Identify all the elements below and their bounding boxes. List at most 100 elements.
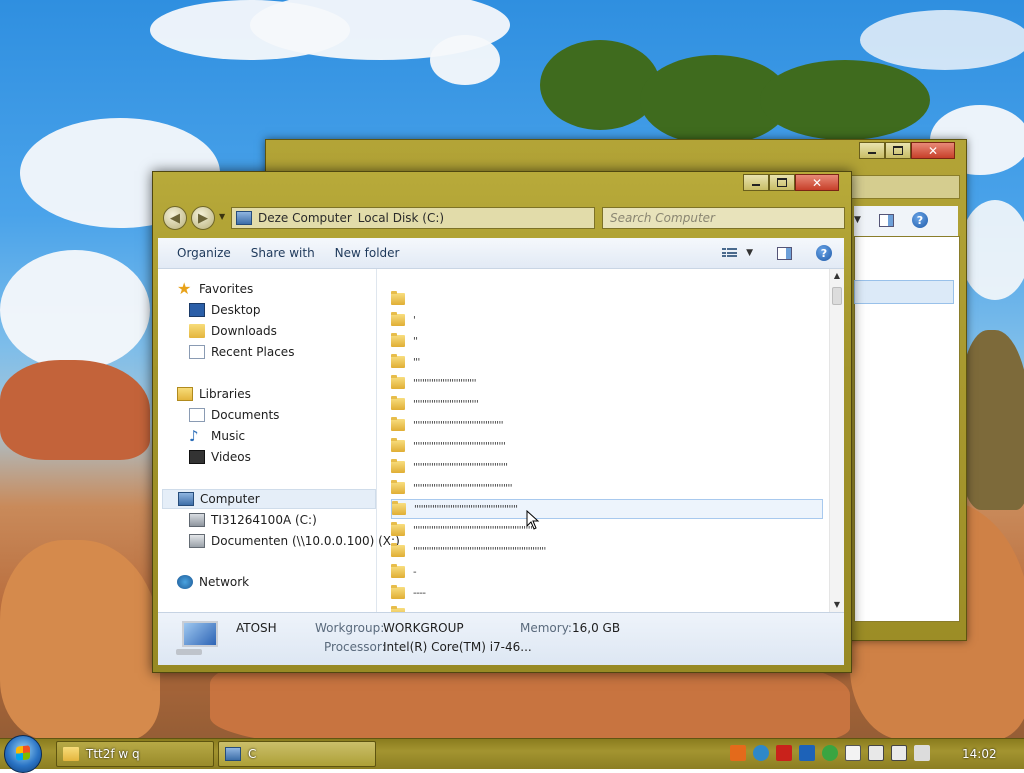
- preview-pane-icon[interactable]: [878, 213, 894, 227]
- nav-drive-c[interactable]: TI31264100A (C:): [189, 510, 317, 530]
- search-input[interactable]: Search Computer: [602, 207, 845, 229]
- file-row[interactable]: ''''''''''''''''''''''''''''''''''''''''…: [391, 457, 823, 477]
- explorer-window[interactable]: ✕ ◀ ▶ ▼ Deze Computer Local Disk (C:) Se…: [152, 171, 852, 673]
- help-icon[interactable]: ?: [816, 245, 832, 261]
- file-row[interactable]: -: [391, 562, 823, 582]
- file-row[interactable]: ': [391, 310, 823, 330]
- nav-computer[interactable]: Computer: [162, 489, 376, 509]
- memory-value: 16,0 GB: [572, 621, 621, 635]
- network-globe-icon: [177, 575, 193, 589]
- nav-desktop[interactable]: Desktop: [189, 300, 261, 320]
- volume-icon[interactable]: [914, 745, 930, 761]
- nav-recent-places[interactable]: Recent Places: [189, 342, 294, 362]
- nav-drive-x[interactable]: Documenten (\\10.0.0.100) (X:): [189, 531, 400, 551]
- security-check-icon[interactable]: [822, 745, 838, 761]
- breadcrumb-computer[interactable]: Deze Computer: [258, 211, 352, 225]
- file-row[interactable]: '''''''''''''''''''''''''''': [391, 373, 823, 393]
- minimize-button[interactable]: [743, 174, 769, 191]
- minimize-button[interactable]: [859, 142, 885, 159]
- action-center-icon[interactable]: [845, 745, 861, 761]
- folder-icon: [391, 354, 405, 368]
- nav-label: Downloads: [211, 324, 277, 338]
- libraries-icon: [177, 387, 193, 401]
- network-globe-icon[interactable]: [753, 745, 769, 761]
- nav-videos[interactable]: Videos: [189, 447, 251, 467]
- processor-value: Intel(R) Core(TM) i7-46...: [383, 640, 532, 654]
- help-icon[interactable]: ?: [911, 212, 928, 228]
- file-name: ''''''''''''''''''''''''''''''''''''''''…: [413, 440, 506, 452]
- address-bar[interactable]: Deze Computer Local Disk (C:): [231, 207, 595, 229]
- file-row[interactable]: ''''''''''''''''''''''''''''''''''''''''…: [391, 520, 823, 540]
- nav-label: Recent Places: [211, 345, 295, 359]
- hard-disk-icon: [189, 513, 205, 527]
- nav-libraries[interactable]: Libraries: [177, 384, 251, 404]
- scroll-up-arrow-icon[interactable]: ▲: [830, 269, 844, 283]
- scrollbar-thumb[interactable]: [832, 287, 842, 305]
- caption-buttons: ✕: [743, 174, 839, 191]
- vertical-scrollbar[interactable]: ▲ ▼: [829, 269, 844, 612]
- file-list[interactable]: ' '' ''' '''''''''''''''''''''''''''' ''''''…: [377, 269, 844, 612]
- file-row[interactable]: [391, 604, 823, 612]
- pdf-icon[interactable]: [776, 745, 792, 761]
- file-name: ''''''''''''''''''''''''''''''''''''''''…: [414, 503, 518, 515]
- recent-places-icon: [189, 345, 205, 359]
- clock[interactable]: 14:02: [962, 747, 997, 761]
- folder-icon: [391, 396, 405, 410]
- file-row[interactable]: ''''''''''''''''''''''''''''': [391, 394, 823, 414]
- file-name: ''''''''''''''''''''''''''''''''''''''''…: [413, 461, 508, 473]
- documents-icon: [189, 408, 205, 422]
- navigation-pane[interactable]: ★ Favorites Desktop Downloads Recent Pla…: [158, 269, 400, 612]
- folder-icon: [391, 459, 405, 473]
- folder-icon: [63, 747, 79, 761]
- file-row[interactable]: ----: [391, 583, 823, 603]
- preview-pane-icon[interactable]: [777, 246, 792, 260]
- file-row[interactable]: [391, 289, 823, 309]
- nav-downloads[interactable]: Downloads: [189, 321, 277, 341]
- change-view-icon[interactable]: [722, 248, 738, 258]
- computer-large-icon: [176, 621, 220, 657]
- taskbar-item-folder[interactable]: Ttt2f w q: [56, 741, 214, 767]
- device-icon[interactable]: [868, 745, 884, 761]
- file-name: -: [413, 566, 417, 578]
- close-button[interactable]: ✕: [911, 142, 955, 159]
- nav-network[interactable]: Network: [177, 572, 249, 592]
- folder-icon: [391, 522, 405, 536]
- scroll-down-arrow-icon[interactable]: ▼: [830, 598, 844, 612]
- folder-icon: [391, 438, 405, 452]
- view-options-chevron-icon[interactable]: ▼: [746, 248, 753, 258]
- maximize-button[interactable]: [885, 142, 911, 159]
- nav-music[interactable]: ♪ Music: [189, 426, 245, 446]
- file-row[interactable]: ''''''''''''''''''''''''''''''''''''''''…: [391, 436, 823, 456]
- back-button[interactable]: ◀: [163, 206, 187, 230]
- nav-documents[interactable]: Documents: [189, 405, 279, 425]
- file-row[interactable]: ''''''''''''''''''''''''''''''''''''''''…: [391, 499, 823, 519]
- network-icon[interactable]: [891, 745, 907, 761]
- nav-label: Desktop: [211, 303, 261, 317]
- downloads-folder-icon: [189, 324, 205, 338]
- new-folder-button[interactable]: New folder: [325, 238, 410, 268]
- vlc-icon[interactable]: [730, 745, 746, 761]
- chevron-down-icon[interactable]: ▼: [854, 215, 861, 225]
- file-row[interactable]: ''''''''''''''''''''''''''''''''''''''''…: [391, 541, 823, 561]
- nav-favorites[interactable]: ★ Favorites: [177, 279, 253, 299]
- folder-icon: [391, 585, 405, 599]
- computer-name: ATOSH: [236, 621, 277, 635]
- file-row[interactable]: ''': [391, 352, 823, 372]
- recent-pages-dropdown[interactable]: ▼: [219, 212, 225, 221]
- computer-icon: [178, 492, 194, 506]
- taskbar-item-explorer[interactable]: C: [218, 741, 376, 767]
- close-button[interactable]: ✕: [795, 174, 839, 191]
- workgroup-label: Workgroup:: [315, 621, 385, 635]
- organize-button[interactable]: Organize: [158, 238, 241, 268]
- forward-button[interactable]: ▶: [191, 206, 215, 230]
- share-with-button[interactable]: Share with: [241, 238, 325, 268]
- file-row[interactable]: '': [391, 331, 823, 351]
- outlook-icon[interactable]: [799, 745, 815, 761]
- maximize-button[interactable]: [769, 174, 795, 191]
- close-icon: ✕: [927, 143, 939, 158]
- start-button[interactable]: [4, 735, 42, 773]
- file-row[interactable]: ''''''''''''''''''''''''''''''''''''''''…: [391, 478, 823, 498]
- background-selected-row[interactable]: [854, 280, 954, 304]
- breadcrumb-local-disk[interactable]: Local Disk (C:): [358, 211, 444, 225]
- file-row[interactable]: '''''''''''''''''''''''''''''''''''''''': [391, 415, 823, 435]
